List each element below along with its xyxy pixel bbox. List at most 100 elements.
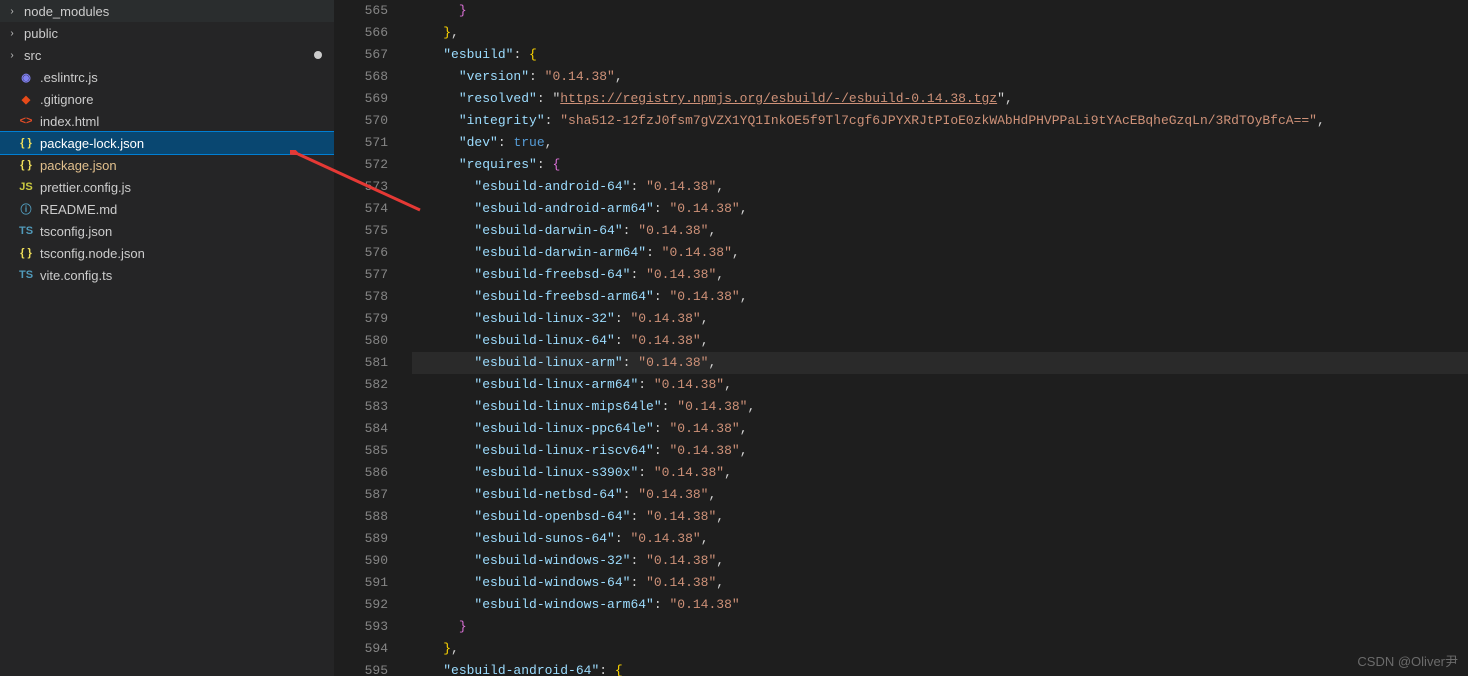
code-line[interactable]: "esbuild-darwin-64": "0.14.38", — [412, 220, 1468, 242]
ts-icon: TS — [18, 223, 34, 239]
code-line[interactable]: "esbuild-linux-riscv64": "0.14.38", — [412, 440, 1468, 462]
code-line[interactable]: "version": "0.14.38", — [412, 66, 1468, 88]
code-line[interactable]: "esbuild-freebsd-arm64": "0.14.38", — [412, 286, 1468, 308]
line-number: 569 — [334, 88, 388, 110]
file-item[interactable]: { }package.json — [0, 154, 334, 176]
file-item[interactable]: TStsconfig.json — [0, 220, 334, 242]
token-punc: , — [747, 399, 755, 414]
code-line[interactable]: } — [412, 616, 1468, 638]
token-str: "0.14.38" — [646, 553, 716, 568]
file-item[interactable]: ⓘREADME.md — [0, 198, 334, 220]
token-str: "0.14.38" — [669, 443, 739, 458]
code-line[interactable]: }, — [412, 638, 1468, 660]
code-line[interactable]: "dev": true, — [412, 132, 1468, 154]
token-key: "esbuild-windows-arm64" — [474, 597, 653, 612]
token-brace: } — [443, 25, 451, 40]
code-line[interactable]: "esbuild-openbsd-64": "0.14.38", — [412, 506, 1468, 528]
code-line[interactable]: "esbuild-linux-ppc64le": "0.14.38", — [412, 418, 1468, 440]
line-number: 578 — [334, 286, 388, 308]
token-punc: : — [623, 355, 639, 370]
token-str: "0.14.38" — [646, 509, 716, 524]
token-punc: : — [498, 135, 514, 150]
token-punc: : — [630, 553, 646, 568]
token-punc: : — [545, 113, 561, 128]
file-item[interactable]: TSvite.config.ts — [0, 264, 334, 286]
token-key: "esbuild-android-64" — [443, 663, 599, 676]
code-line[interactable]: "esbuild-windows-32": "0.14.38", — [412, 550, 1468, 572]
json-icon: { } — [18, 245, 34, 261]
line-number: 585 — [334, 440, 388, 462]
token-punc: , — [1317, 113, 1325, 128]
code-line[interactable]: "integrity": "sha512-12fzJ0fsm7gVZX1YQ1I… — [412, 110, 1468, 132]
code-line[interactable]: "resolved": "https://registry.npmjs.org/… — [412, 88, 1468, 110]
code-line[interactable]: "esbuild-linux-64": "0.14.38", — [412, 330, 1468, 352]
code-line[interactable]: "esbuild-netbsd-64": "0.14.38", — [412, 484, 1468, 506]
code-line[interactable]: "esbuild-linux-arm64": "0.14.38", — [412, 374, 1468, 396]
code-line[interactable]: "esbuild": { — [412, 44, 1468, 66]
token-punc: : — [630, 509, 646, 524]
file-label: README.md — [40, 202, 117, 217]
code-line[interactable]: "esbuild-android-64": "0.14.38", — [412, 176, 1468, 198]
watermark: CSDN @Oliver尹 — [1357, 651, 1458, 670]
code-line[interactable]: "esbuild-windows-64": "0.14.38", — [412, 572, 1468, 594]
code-line[interactable]: "esbuild-sunos-64": "0.14.38", — [412, 528, 1468, 550]
token-punc: : — [662, 399, 678, 414]
chevron-right-icon: › — [6, 6, 18, 17]
line-number: 565 — [334, 0, 388, 22]
code-line[interactable]: "esbuild-android-arm64": "0.14.38", — [412, 198, 1468, 220]
line-number: 567 — [334, 44, 388, 66]
code-content[interactable]: } }, "esbuild": { "version": "0.14.38", … — [412, 0, 1468, 676]
file-item[interactable]: ◉.eslintrc.js — [0, 66, 334, 88]
token-key: "esbuild-linux-ppc64le" — [474, 421, 653, 436]
file-label: package.json — [40, 158, 117, 173]
file-label: src — [24, 48, 41, 63]
code-editor[interactable]: 5655665675685695705715725735745755765775… — [334, 0, 1468, 676]
line-number: 592 — [334, 594, 388, 616]
code-line[interactable]: }, — [412, 22, 1468, 44]
file-item[interactable]: { }package-lock.json — [0, 132, 334, 154]
token-str: "0.14.38" — [654, 465, 724, 480]
file-item[interactable]: ◆.gitignore — [0, 88, 334, 110]
code-line[interactable]: "esbuild-linux-s390x": "0.14.38", — [412, 462, 1468, 484]
code-line[interactable]: "esbuild-windows-arm64": "0.14.38" — [412, 594, 1468, 616]
token-punc: , — [451, 641, 459, 656]
folder-item[interactable]: ›public — [0, 22, 334, 44]
file-explorer-sidebar[interactable]: ›node_modules›public›src◉.eslintrc.js◆.g… — [0, 0, 334, 676]
token-punc: , — [740, 443, 748, 458]
token-key: "esbuild-linux-64" — [474, 333, 614, 348]
code-line[interactable]: "requires": { — [412, 154, 1468, 176]
chevron-right-icon: › — [6, 28, 18, 39]
token-key: "requires" — [459, 157, 537, 172]
token-key: "esbuild-linux-arm64" — [474, 377, 638, 392]
folder-item[interactable]: › src — [0, 44, 334, 66]
token-punc: : — [623, 487, 639, 502]
line-number: 573 — [334, 176, 388, 198]
token-str: "0.14.38" — [638, 487, 708, 502]
code-line[interactable]: "esbuild-linux-32": "0.14.38", — [412, 308, 1468, 330]
token-brace: { — [529, 47, 537, 62]
code-line[interactable]: } — [412, 0, 1468, 22]
file-item[interactable]: { }tsconfig.node.json — [0, 242, 334, 264]
file-item[interactable]: JSprettier.config.js — [0, 176, 334, 198]
code-line[interactable]: "esbuild-android-64": { — [412, 660, 1468, 676]
chevron-right-icon: › — [6, 50, 18, 61]
token-key: "integrity" — [459, 113, 545, 128]
token-punc: : — [654, 597, 670, 612]
token-punc: : — [513, 47, 529, 62]
code-line[interactable]: "esbuild-darwin-arm64": "0.14.38", — [412, 242, 1468, 264]
folder-item[interactable]: ›node_modules — [0, 0, 334, 22]
line-number: 568 — [334, 66, 388, 88]
token-punc: : — [537, 157, 553, 172]
code-line[interactable]: "esbuild-linux-arm": "0.14.38", — [412, 352, 1468, 374]
token-link[interactable]: https://registry.npmjs.org/esbuild/-/esb… — [560, 91, 997, 106]
code-line[interactable]: "esbuild-linux-mips64le": "0.14.38", — [412, 396, 1468, 418]
line-number: 574 — [334, 198, 388, 220]
file-item[interactable]: <>index.html — [0, 110, 334, 132]
code-line[interactable]: "esbuild-freebsd-64": "0.14.38", — [412, 264, 1468, 286]
json-icon: { } — [18, 135, 34, 151]
token-key: "esbuild-freebsd-64" — [474, 267, 630, 282]
line-number: 589 — [334, 528, 388, 550]
token-brace: { — [615, 663, 623, 676]
token-str: "0.14.38" — [669, 597, 739, 612]
token-punc: , — [708, 355, 716, 370]
